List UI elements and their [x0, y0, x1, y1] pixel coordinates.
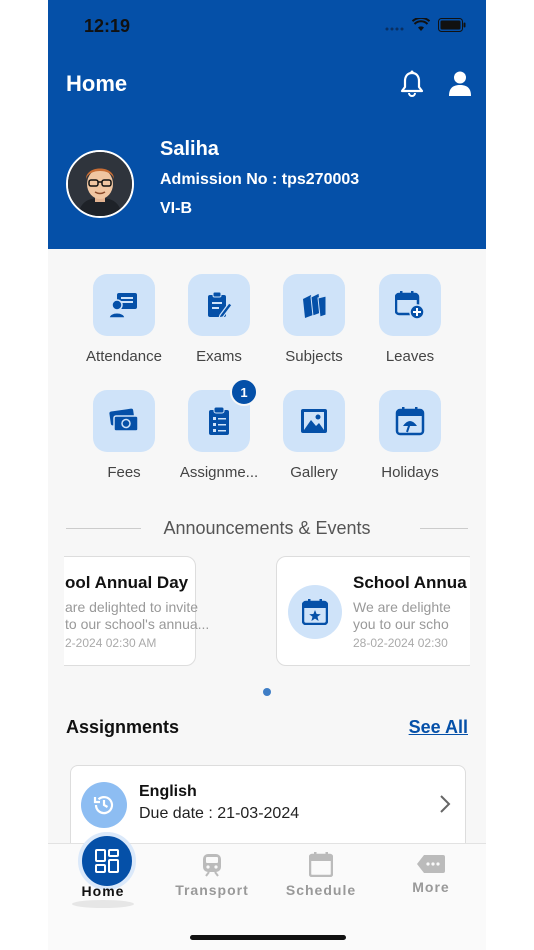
menu-label: Subjects: [285, 348, 343, 365]
more-tag-icon: [376, 854, 486, 879]
assignments-badge: 1: [230, 378, 258, 406]
assignments-icon: 1: [188, 378, 258, 452]
student-class: VI-B: [160, 200, 192, 217]
wifi-icon: [411, 16, 431, 37]
announcement-date: 2-2024 02:30 AM: [65, 636, 157, 650]
admission-number: Admission No : tps270003: [160, 171, 360, 188]
announcements-heading: Announcements & Events: [163, 518, 371, 538]
menu-gallery[interactable]: Gallery: [266, 390, 362, 481]
page-title: Home: [66, 71, 128, 96]
tab-transport[interactable]: Transport: [157, 844, 267, 898]
tab-label: Home: [81, 883, 125, 899]
home-dashboard-icon: [78, 832, 136, 890]
assignments-heading: Assignments: [66, 717, 180, 737]
announcement-desc-line: you to our scho: [353, 616, 449, 632]
menu-holidays[interactable]: Holidays: [362, 390, 458, 481]
announcements-divider: Announcements & Events: [66, 518, 468, 540]
menu-label: Holidays: [381, 464, 439, 481]
status-time: 12:19: [84, 16, 131, 36]
announcement-card[interactable]: School Annua We are delighte you to our …: [276, 556, 470, 666]
announcement-desc: We are delighte you to our scho: [353, 599, 451, 633]
menu-label: Exams: [196, 348, 242, 365]
fees-icon: [93, 390, 155, 452]
announcement-desc-line: We are delighte: [353, 599, 451, 615]
header-panel: 12:19 Home Saliha Admission No: tps2700…: [48, 0, 486, 249]
announcement-card[interactable]: ool Annual Day are delighted to invite t…: [64, 556, 209, 666]
menu-label: Assignme...: [179, 464, 259, 481]
status-icons: [384, 16, 466, 37]
announcements-carousel[interactable]: ool Annual Day are delighted to invite t…: [64, 556, 470, 666]
signal-icon: [384, 19, 404, 37]
app-screen: 12:19 Home Saliha Admission No: tps2700…: [48, 0, 486, 950]
carousel-page-indicator[interactable]: [263, 688, 271, 696]
bottom-tab-bar: Home Transport Schedule More: [48, 832, 486, 950]
menu-label: Fees: [107, 464, 141, 481]
student-avatar[interactable]: [66, 150, 134, 218]
profile-icon[interactable]: [448, 70, 472, 98]
student-name: Saliha: [160, 138, 219, 160]
tab-label: Schedule: [285, 882, 357, 898]
assignment-due-date: Due date : 21-03-2024: [139, 805, 300, 822]
announcement-title: ool Annual Day: [65, 573, 189, 592]
tab-schedule[interactable]: Schedule: [266, 844, 376, 898]
leaves-icon: [379, 274, 441, 336]
subjects-icon: [283, 274, 345, 336]
announcement-desc-line: to our school's annua...: [65, 616, 210, 632]
menu-assignments[interactable]: 1 Assignme...: [171, 378, 267, 481]
see-all-link[interactable]: See All: [409, 717, 468, 738]
gallery-icon: [283, 390, 345, 452]
menu-label: Leaves: [385, 348, 435, 365]
train-icon: [157, 853, 267, 882]
menu-exams[interactable]: Exams: [171, 274, 267, 365]
tab-active-shadow: [72, 900, 134, 908]
menu-leaves[interactable]: Leaves: [362, 274, 458, 365]
notification-bell-icon[interactable]: [400, 70, 424, 98]
history-icon: [81, 782, 127, 828]
menu-attendance[interactable]: Attendance: [76, 274, 172, 365]
event-calendar-icon: [288, 585, 342, 639]
assignment-subject: English: [139, 783, 197, 800]
announcement-desc: are delighted to invite to our school's …: [65, 599, 209, 633]
tab-more[interactable]: More: [376, 844, 486, 895]
holidays-icon: [379, 390, 441, 452]
chevron-right-icon: [439, 794, 451, 814]
menu-label: Attendance: [86, 348, 162, 365]
home-indicator[interactable]: [190, 935, 346, 940]
menu-label: Gallery: [290, 464, 338, 481]
announcement-desc-line: are delighted to invite: [65, 599, 199, 615]
announcement-title: School Annua: [353, 573, 467, 592]
announcement-date: 28-02-2024 02:30: [353, 636, 448, 650]
attendance-icon: [93, 274, 155, 336]
tab-label: More: [412, 879, 450, 895]
menu-subjects[interactable]: Subjects: [266, 274, 362, 365]
battery-icon: [438, 18, 466, 37]
calendar-icon: [266, 852, 376, 882]
tab-label: Transport: [175, 882, 249, 898]
menu-fees[interactable]: Fees: [76, 390, 172, 481]
exams-icon: [188, 274, 250, 336]
